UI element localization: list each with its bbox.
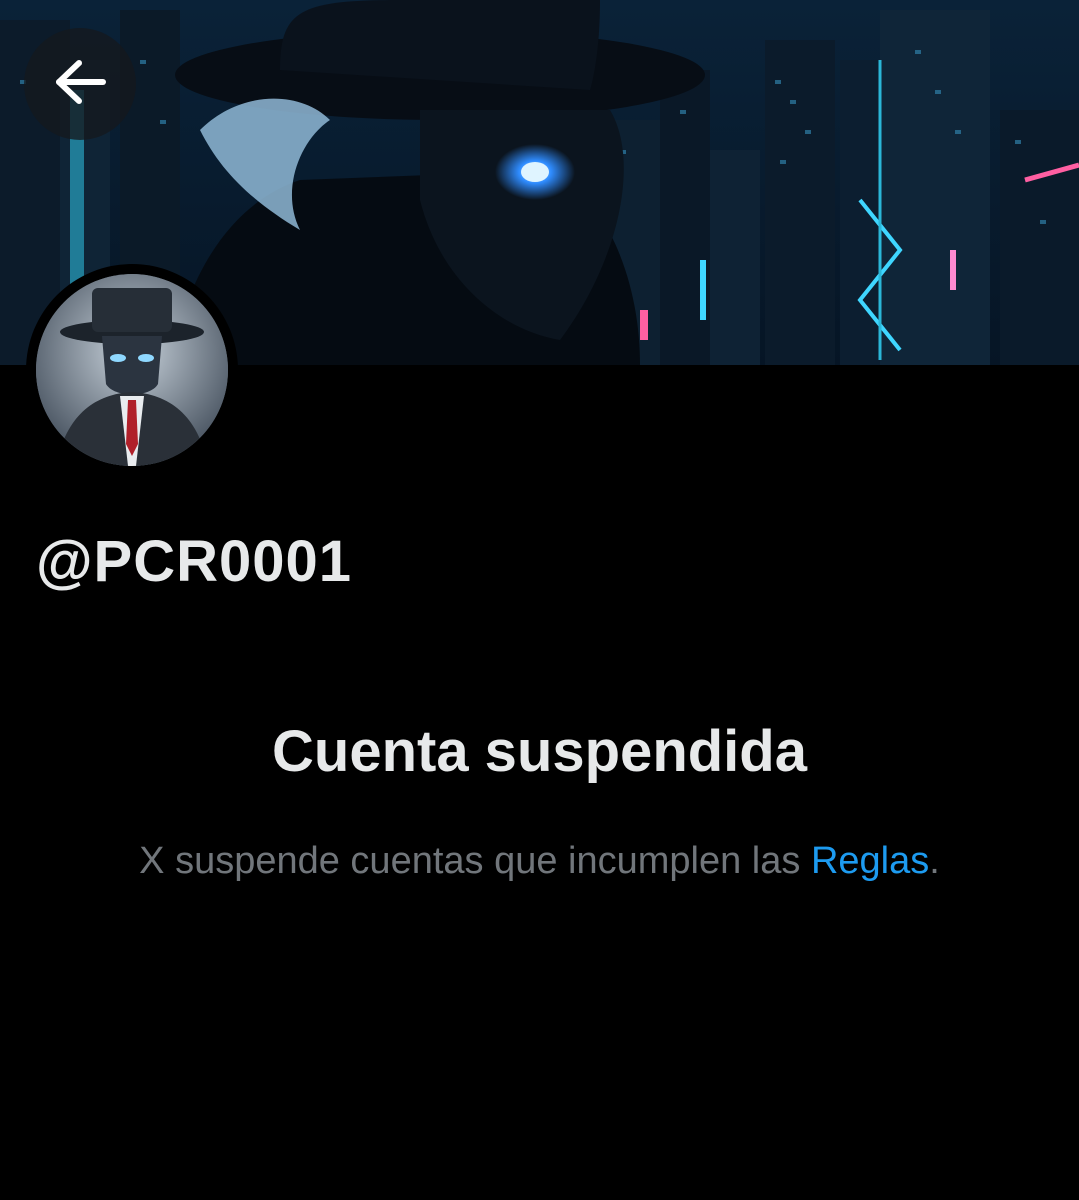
suspension-message-period: . — [929, 840, 940, 882]
profile-handle: @PCR0001 — [36, 529, 353, 594]
arrow-left-icon — [53, 59, 107, 110]
masked-figure-avatar-image — [36, 274, 228, 466]
suspension-title: Cuenta suspendida — [272, 719, 807, 784]
rules-link[interactable]: Reglas — [811, 840, 929, 882]
suspension-message: X suspende cuentas que incumplen las Reg… — [0, 840, 1079, 883]
back-button[interactable] — [24, 28, 136, 140]
suspension-message-text: X suspende cuentas que incumplen las — [139, 840, 811, 882]
avatar[interactable] — [36, 274, 228, 466]
avatar-border — [26, 264, 238, 476]
